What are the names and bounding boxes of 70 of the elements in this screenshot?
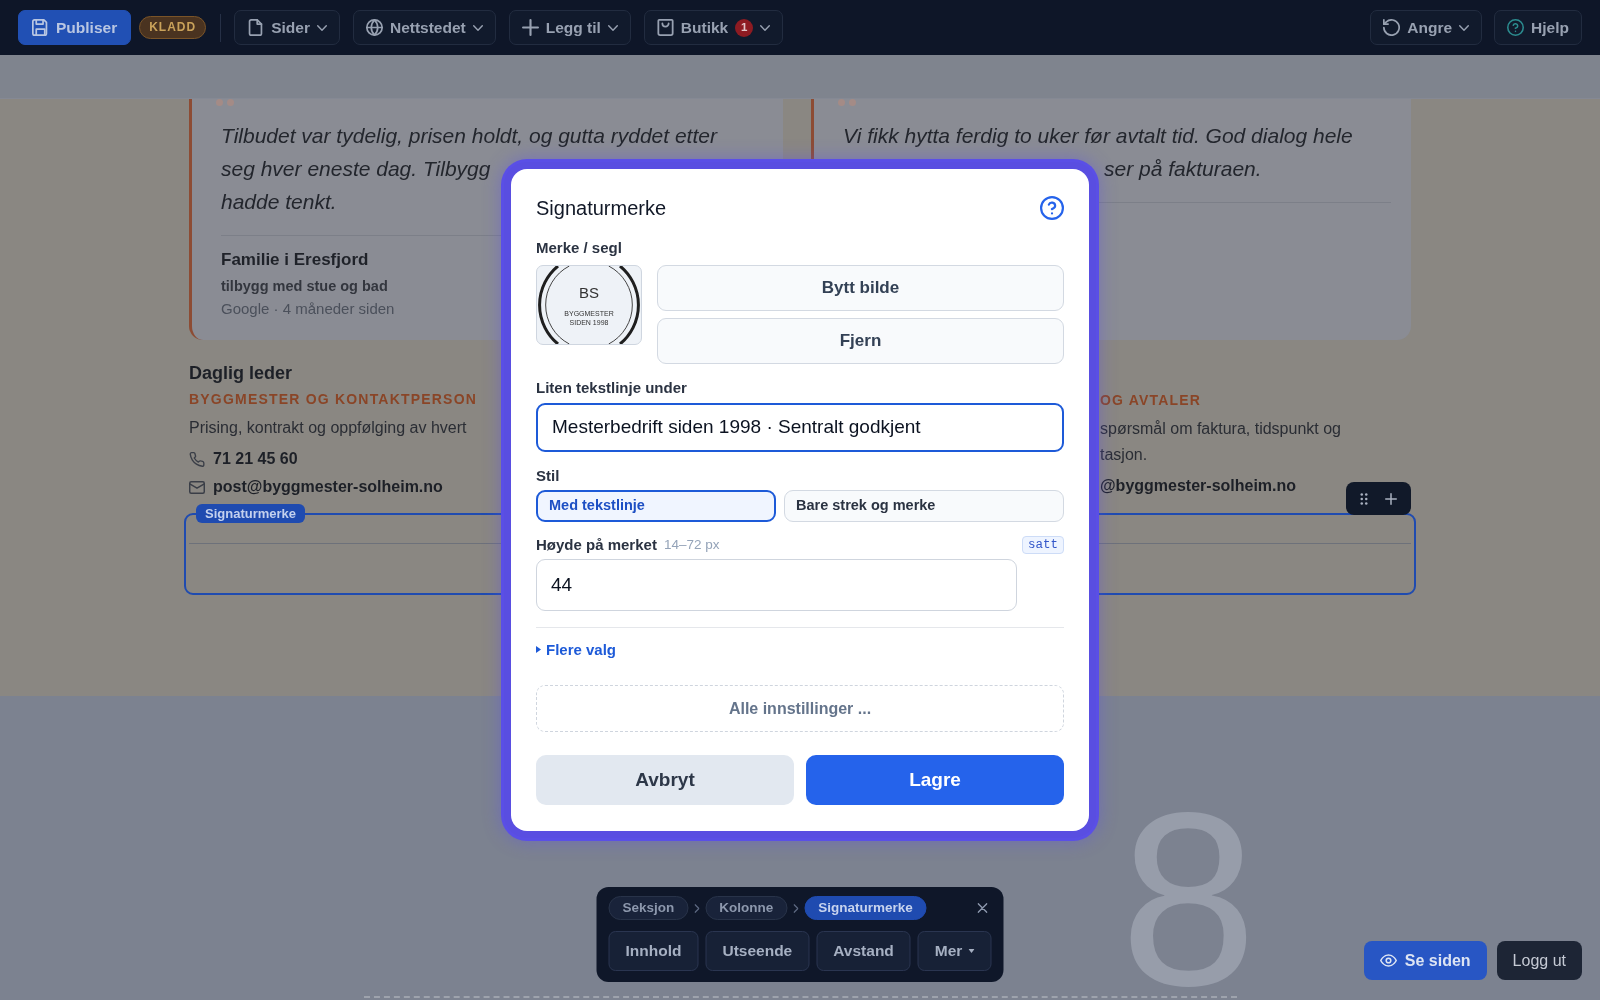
email-address: @byggmester-solheim.no xyxy=(1100,476,1297,496)
status-tag: satt xyxy=(1022,535,1064,554)
caret-right-icon xyxy=(536,646,541,654)
contact-title: Daglig leder xyxy=(189,362,293,385)
field-hint: 14–72 px xyxy=(663,535,720,554)
save-button[interactable]: Lagre xyxy=(806,755,1064,806)
contact-description: tasjon. xyxy=(1100,445,1148,465)
review-author: Familie i Eresfjord xyxy=(221,249,369,271)
help-icon xyxy=(1507,19,1525,36)
chevron-right-icon xyxy=(694,903,700,913)
toolbar-button[interactable]: Mer xyxy=(917,931,992,971)
help-button[interactable]: Hjelp xyxy=(1494,10,1582,45)
style-option[interactable]: Bare strek og merke xyxy=(784,489,1064,522)
phone-number: 71 21 45 60 xyxy=(213,449,298,469)
all-settings-button[interactable]: Alle innstillinger ... xyxy=(536,685,1064,733)
status-badge: KLADD xyxy=(139,16,207,39)
review-project: tilbygg med stue og bad xyxy=(221,277,388,296)
field-label: Stil xyxy=(536,465,560,486)
menu-button[interactable]: Butikk 1 xyxy=(643,10,784,45)
seal-initials: BS xyxy=(579,283,599,301)
preview-button[interactable]: Se siden xyxy=(1363,941,1487,980)
breadcrumb-chip[interactable]: Signaturmerke xyxy=(804,896,927,920)
undo-icon xyxy=(1383,19,1401,36)
count-badge: 1 xyxy=(735,18,754,37)
review-source: Google · 4 måneder siden xyxy=(221,299,395,319)
grip-dots-icon[interactable] xyxy=(1360,492,1369,505)
change-image-button[interactable]: Bytt bilde xyxy=(657,264,1064,311)
shopping-bag-icon xyxy=(656,19,674,36)
toolbar-button[interactable]: Avstand xyxy=(816,931,911,971)
review-quote-line: seg hver eneste dag. Tilbygg xyxy=(221,156,491,182)
close-icon[interactable] xyxy=(977,903,988,913)
envelope-icon xyxy=(189,479,205,495)
menu-button[interactable]: Legg til xyxy=(508,10,631,45)
globe-icon xyxy=(365,19,383,36)
logout-button[interactable]: Logg ut xyxy=(1496,941,1582,980)
field-label: Merke / segl xyxy=(536,237,622,258)
block-label-tag: Signaturmerke xyxy=(196,504,306,523)
field-label: Liten tekstlinje under xyxy=(536,377,687,398)
document-icon xyxy=(247,19,265,36)
review-quote-line: Vi fikk hytta ferdig to uker før avtalt tid. God dialog hele xyxy=(843,123,1353,149)
publish-button[interactable]: Publiser xyxy=(18,10,132,45)
remove-button[interactable]: Fjern xyxy=(657,317,1064,364)
menu-button[interactable]: Sider xyxy=(234,10,340,45)
toolbar-button[interactable]: Utseende xyxy=(705,931,810,971)
review-quote-line: ser på fakturaen. xyxy=(1104,156,1262,182)
dialog-title: Signaturmerke xyxy=(536,195,667,221)
menu-button[interactable]: Nettstedet xyxy=(352,10,496,45)
eye-icon xyxy=(1379,954,1397,967)
style-option[interactable]: Med tekstlinje xyxy=(536,489,776,522)
review-quote-line: hadde tenkt. xyxy=(221,189,337,215)
cancel-button[interactable]: Avbryt xyxy=(536,755,794,806)
undo-button[interactable]: Angre xyxy=(1370,10,1483,45)
text-input[interactable]: Mesterbedrift siden 1998 · Sentralt godkjent xyxy=(536,402,1064,452)
help-icon[interactable] xyxy=(1040,195,1064,220)
chevron-right-icon xyxy=(793,903,799,913)
toolbar-button[interactable]: Innhold xyxy=(608,931,699,971)
breadcrumb-chip[interactable]: Kolonne xyxy=(705,896,788,920)
plus-icon xyxy=(521,19,539,36)
plus-icon[interactable] xyxy=(1384,492,1397,505)
contact-role: BYGGMESTER OG KONTAKTPERSON xyxy=(189,390,478,409)
more-options-link[interactable]: Flere valg xyxy=(536,639,617,660)
review-quote-line: Tilbudet var tydelig, prisen holdt, og gutta ryddet etter xyxy=(221,123,717,149)
contact-description: spørsmål om faktura, tidspunkt og xyxy=(1100,419,1341,439)
field-label: Høyde på merket xyxy=(536,534,657,555)
breadcrumb-chip[interactable]: Seksjon xyxy=(608,896,689,920)
contact-description: Prising, kontrakt og oppfølging av hvert xyxy=(189,418,467,438)
phone-icon xyxy=(189,451,205,467)
email-address: post@byggmester-solheim.no xyxy=(213,477,443,497)
number-input[interactable]: 44 xyxy=(536,558,1017,611)
contact-role: OG AVTALER xyxy=(1100,391,1202,410)
